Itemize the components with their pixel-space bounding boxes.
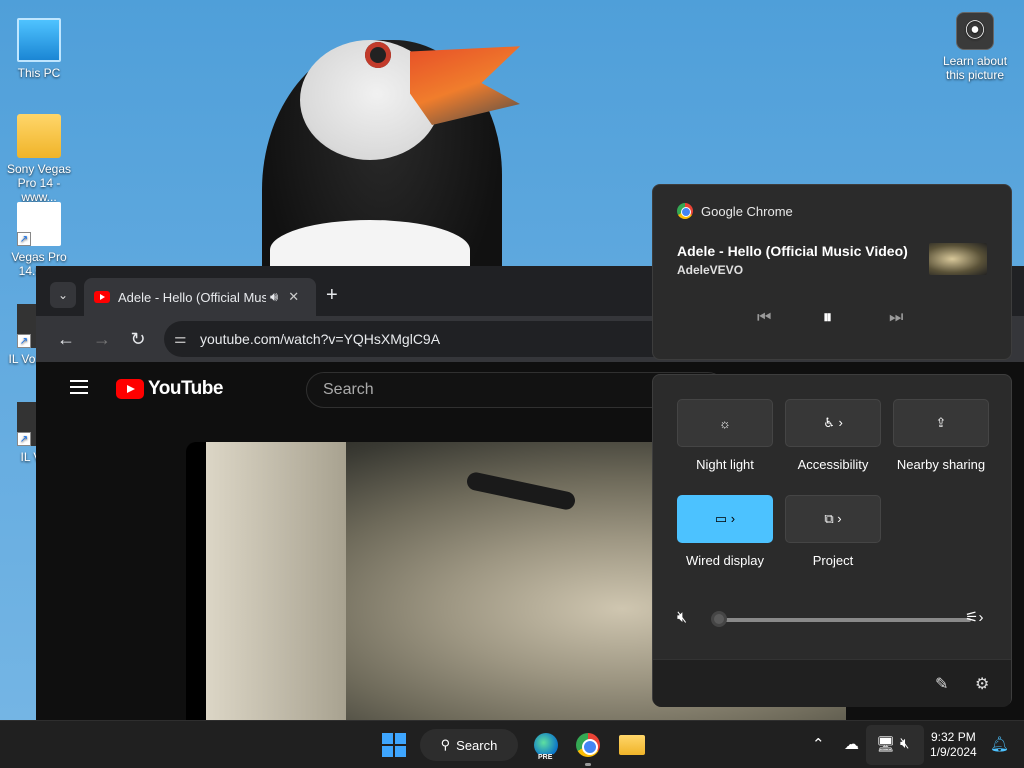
- previous-track-icon[interactable]: ⏮︎: [757, 309, 771, 327]
- media-artist: AdeleVEVO: [677, 263, 744, 277]
- windows-logo-icon: [382, 733, 406, 757]
- learn-about-picture-label: Learn about this picture: [942, 54, 1008, 82]
- network-icon: 🖥︎: [876, 736, 896, 753]
- shortcut-arrow-icon: ↗: [17, 232, 31, 246]
- accessibility-toggle[interactable]: ♿︎ ›: [785, 399, 881, 447]
- youtube-logo-text: YouTube: [148, 378, 223, 399]
- youtube-logo[interactable]: YouTube: [116, 378, 223, 400]
- tile-label: Night light: [696, 457, 754, 472]
- tile-label: Accessibility: [797, 457, 869, 472]
- tile-label: Project: [812, 553, 854, 568]
- brightness-icon: ☼: [719, 415, 731, 431]
- taskbar-search-button[interactable]: ⚲ Search: [420, 729, 518, 761]
- taskbar-search-label: Search: [456, 737, 498, 753]
- tab-youtube[interactable]: Adele - Hello (Official Music Video) 🔊︎ …: [84, 278, 316, 316]
- sound-output-icon[interactable]: ⚟›: [965, 608, 983, 626]
- search-icon: ⚲: [440, 737, 451, 752]
- tab-close-icon[interactable]: ✕: [288, 289, 299, 305]
- tile-label: Nearby sharing: [896, 457, 986, 472]
- site-info-icon[interactable]: ⚌: [174, 330, 187, 347]
- chevron-down-icon: ⌄: [57, 288, 69, 302]
- media-thumbnail: [929, 243, 987, 275]
- desktop-icon-label: This PC: [17, 66, 61, 80]
- desktop-icon-label: Sony Vegas Pro 14 - www...: [6, 162, 72, 204]
- volume-slider-thumb[interactable]: [711, 611, 727, 627]
- project-toggle[interactable]: ⧉ ›: [785, 495, 881, 543]
- folder-icon: [619, 735, 645, 755]
- project-icon: ⧉ ›: [824, 511, 842, 526]
- wallpaper-puffin-beak: [410, 46, 520, 125]
- media-title: Adele - Hello (Official Music Video): [677, 243, 908, 259]
- pause-icon[interactable]: ⏸︎: [823, 307, 832, 328]
- hamburger-menu-icon[interactable]: [70, 380, 88, 394]
- url-text: youtube.com/watch?v=YQHsXMglC9A: [200, 331, 441, 347]
- media-app-source: Google Chrome: [677, 203, 793, 219]
- tile-label: Wired display: [685, 553, 765, 568]
- quick-settings-footer: ✎ ⚙: [653, 659, 1011, 707]
- forward-arrow-icon[interactable]: →: [90, 327, 114, 351]
- onedrive-offline-icon[interactable]: ☁: [844, 735, 859, 753]
- learn-about-picture[interactable]: ⦿ Learn about this picture: [938, 12, 1012, 82]
- youtube-favicon-icon: [94, 291, 110, 303]
- notification-bell-icon[interactable]: 🔔︎: [990, 735, 1009, 753]
- computer-icon: [17, 18, 61, 62]
- taskbar: ⚲ Search PRE ⌃ ☁ 🖥︎ 🔇︎ 9:32 PM 1/9/2024 …: [0, 720, 1024, 768]
- wallpaper-puffin-eye: [365, 42, 391, 68]
- start-button[interactable]: [378, 729, 410, 761]
- share-icon: ⇪: [935, 415, 947, 430]
- reload-icon[interactable]: ↻: [126, 327, 150, 351]
- accessibility-icon: ♿︎ ›: [823, 415, 843, 430]
- tab-title: Adele - Hello (Official Music Video): [118, 289, 266, 305]
- speaker-muted-icon[interactable]: 🔇︎: [677, 609, 687, 627]
- desktop-icon-sony-vegas[interactable]: Sony Vegas Pro 14 - www...: [2, 106, 76, 204]
- settings-gear-icon[interactable]: ⚙: [975, 674, 989, 694]
- folder-icon: [17, 114, 61, 158]
- nearby-sharing-toggle[interactable]: ⇪: [893, 399, 989, 447]
- chrome-icon: [576, 733, 600, 757]
- night-light-toggle[interactable]: ☼: [677, 399, 773, 447]
- volume-muted-icon: 🔇︎: [900, 735, 910, 752]
- chrome-logo-icon: [677, 203, 693, 219]
- clock-time: 9:32 PM: [931, 730, 976, 744]
- next-track-icon[interactable]: ⏭︎: [889, 309, 903, 327]
- edge-icon: PRE: [534, 733, 558, 761]
- volume-control: 🔇︎ ⚟›: [675, 607, 991, 631]
- youtube-play-icon: [116, 379, 144, 399]
- speaker-icon[interactable]: 🔊︎: [270, 289, 278, 305]
- taskbar-edge-button[interactable]: PRE: [530, 729, 562, 761]
- media-flyout: Google Chrome Adele - Hello (Official Mu…: [652, 184, 1012, 360]
- tab-search-button[interactable]: ⌄: [50, 282, 76, 308]
- chevron-up-icon[interactable]: ⌃: [812, 735, 825, 753]
- back-arrow-icon[interactable]: ←: [54, 327, 78, 351]
- quick-settings-tray-button[interactable]: 🖥︎ 🔇︎: [866, 725, 924, 765]
- edge-pre-badge: PRE: [536, 754, 555, 761]
- new-tab-button[interactable]: +: [326, 284, 338, 307]
- desktop-icon-this-pc[interactable]: This PC: [2, 10, 76, 80]
- running-indicator: [585, 763, 591, 766]
- system-clock[interactable]: 9:32 PM 1/9/2024: [930, 730, 977, 760]
- edit-pencil-icon[interactable]: ✎: [935, 674, 948, 694]
- volume-slider[interactable]: [715, 618, 971, 622]
- clock-date: 1/9/2024: [930, 745, 977, 759]
- taskbar-chrome-button[interactable]: [572, 729, 604, 761]
- shortcut-arrow-icon: ↗: [17, 432, 31, 446]
- wired-display-toggle[interactable]: ▭ ›: [677, 495, 773, 543]
- quick-settings-panel: ☼ Night light ♿︎ › Accessibility ⇪ Nearb…: [652, 374, 1012, 707]
- media-app-name: Google Chrome: [701, 203, 793, 219]
- shortcut-arrow-icon: ↗: [17, 334, 31, 348]
- camera-location-icon: ⦿: [956, 12, 994, 50]
- cast-icon: ▭ ›: [714, 511, 736, 526]
- taskbar-file-explorer-button[interactable]: [616, 729, 648, 761]
- vegas-app-icon: ↗: [17, 202, 61, 246]
